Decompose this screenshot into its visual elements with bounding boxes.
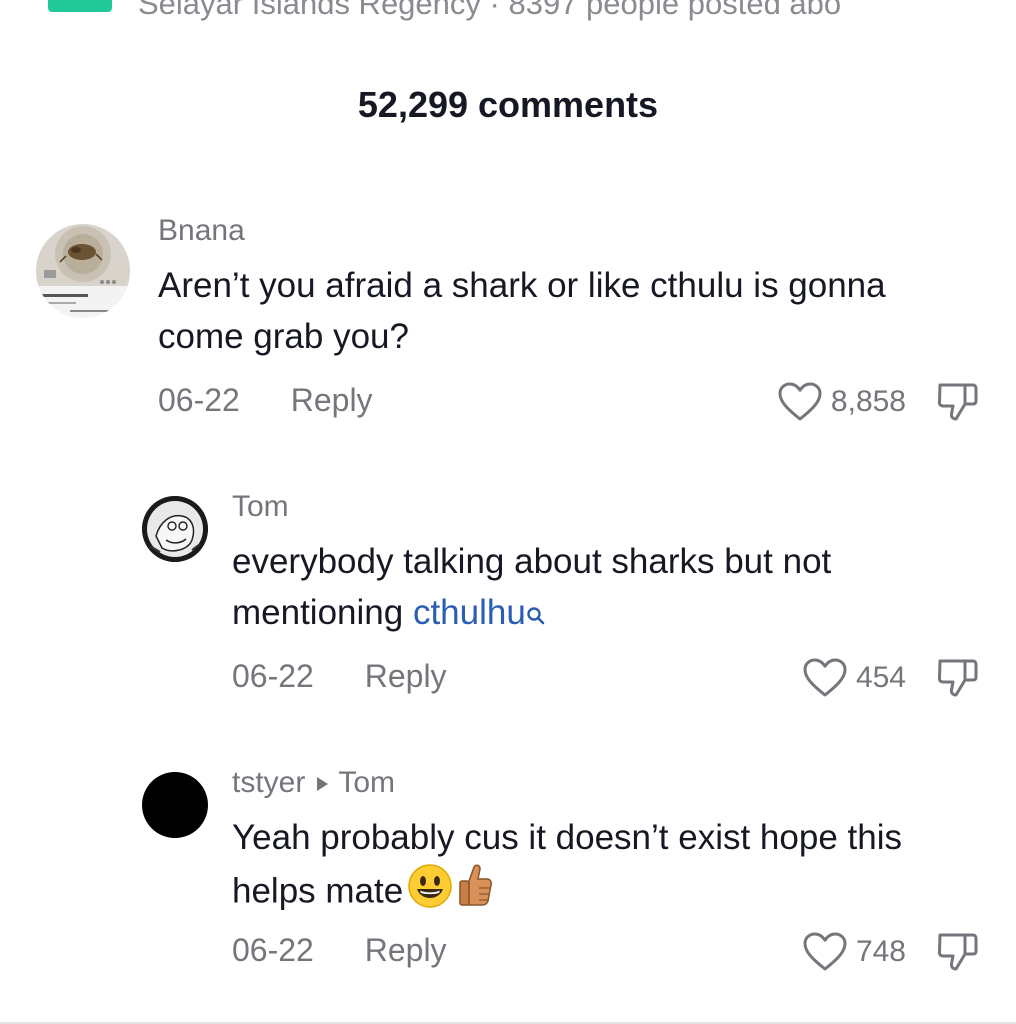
comment-meta: 06-22 Reply	[158, 382, 373, 419]
comment-username[interactable]: Bnana	[158, 214, 245, 248]
comment-text: Aren’t you afraid a shark or like cthulu…	[158, 266, 886, 356]
thumbs-down-outline-icon[interactable]	[934, 656, 980, 700]
avatar[interactable]	[142, 496, 208, 562]
reply-button[interactable]: Reply	[365, 658, 447, 694]
like-count: 748	[855, 935, 906, 968]
search-icon[interactable]	[526, 591, 546, 625]
reply-button[interactable]: Reply	[365, 932, 447, 968]
comment-username-line: tstyer Tom	[232, 766, 395, 800]
comment-meta: 06-22 Reply	[232, 932, 447, 969]
location-text: Selayar Islands Regency · 8397 people po…	[138, 0, 842, 21]
comment-actions: 8,858	[777, 380, 980, 424]
thumbs-down-outline-icon[interactable]	[934, 380, 980, 424]
avatar[interactable]	[36, 224, 130, 318]
avatar[interactable]	[142, 772, 208, 838]
like-count: 8,858	[830, 385, 906, 418]
mention-link[interactable]: cthulhu	[413, 593, 526, 632]
comment-date: 06-22	[232, 932, 314, 968]
heart-outline-icon[interactable]	[777, 381, 823, 423]
comment-date: 06-22	[158, 382, 240, 418]
comments-count-title: 52,299 comments	[357, 84, 659, 125]
heart-outline-icon[interactable]	[802, 931, 848, 973]
comment-username[interactable]: Tom	[232, 490, 289, 524]
thumbs-up-emoji-icon	[457, 863, 493, 923]
heart-outline-icon[interactable]	[802, 657, 848, 699]
comment-actions: 454	[802, 656, 980, 700]
location-badge-icon	[48, 0, 112, 12]
reply-arrow-icon	[317, 777, 329, 792]
comment-meta: 06-22 Reply	[232, 658, 447, 695]
sketch-portrait-avatar-icon	[142, 496, 208, 562]
comment-username[interactable]: tstyer	[232, 766, 305, 799]
reply-button[interactable]: Reply	[291, 382, 373, 418]
comment-text: Yeah probably cus it doesn’t exist hope …	[232, 812, 962, 923]
comment-date: 06-22	[232, 658, 314, 694]
beetle-photo-avatar-icon	[36, 224, 130, 318]
reply-to-username[interactable]: Tom	[338, 766, 395, 799]
grinning-face-emoji-icon	[407, 863, 453, 923]
location-bar[interactable]: Selayar Islands Regency · 8397 people po…	[0, 0, 1016, 21]
thumbs-down-outline-icon[interactable]	[934, 930, 980, 974]
comment-actions: 748	[802, 930, 980, 974]
like-count: 454	[855, 661, 906, 694]
comment-text: everybody talking about sharks but not m…	[232, 536, 962, 638]
comment-text-body: Yeah probably cus it doesn’t exist hope …	[232, 818, 902, 911]
